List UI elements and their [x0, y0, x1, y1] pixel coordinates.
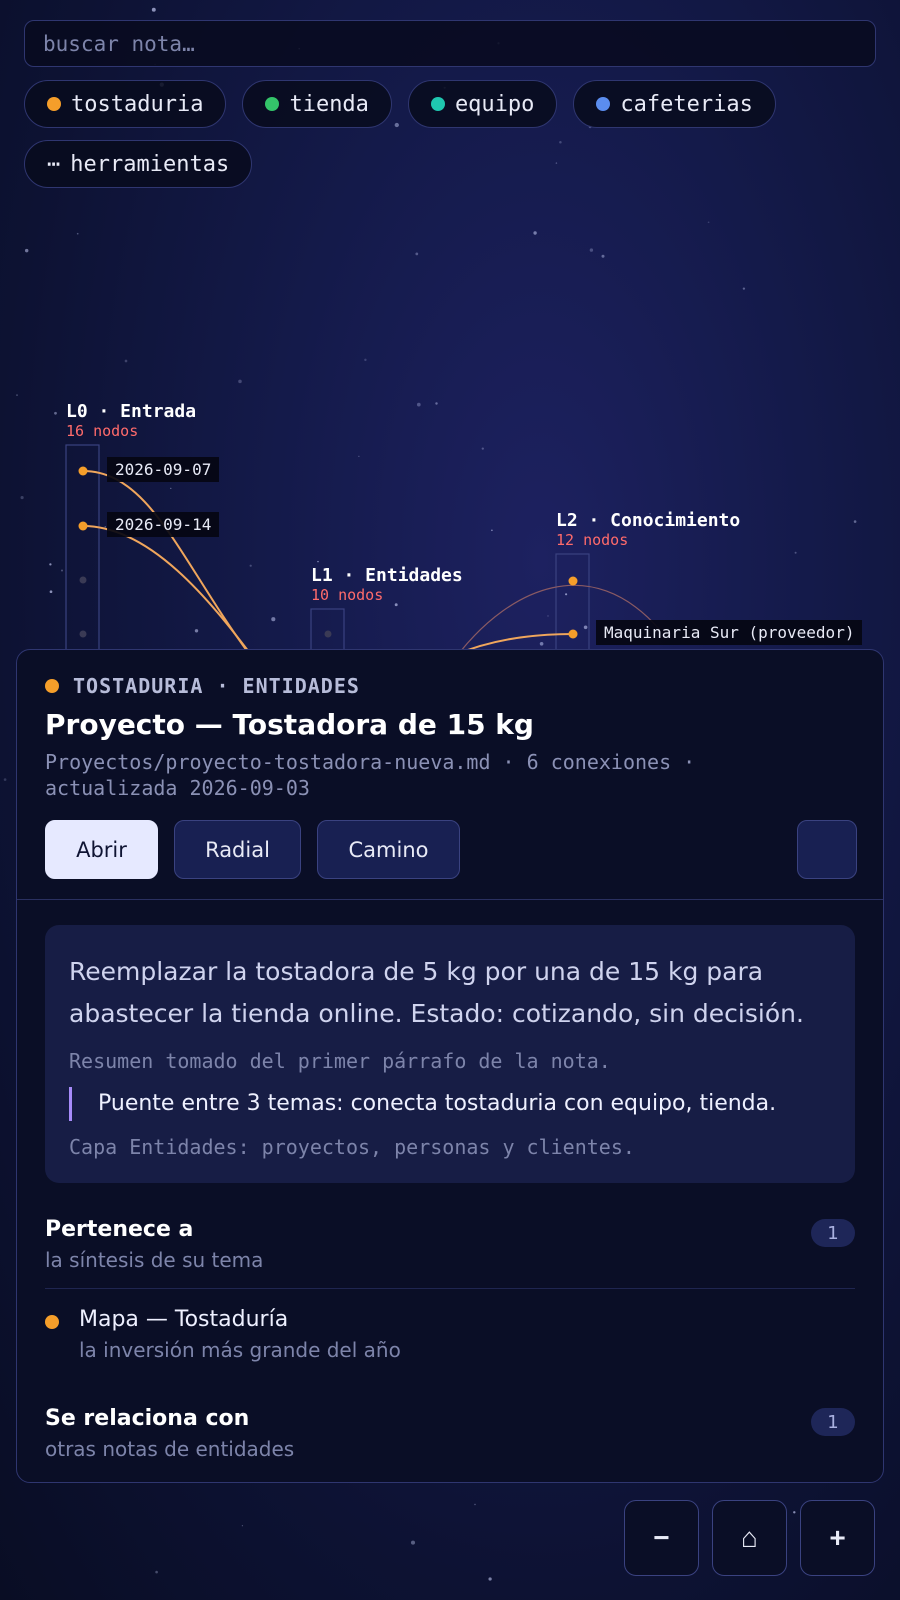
star: [488, 1577, 492, 1581]
radial-button[interactable]: Radial: [174, 820, 301, 879]
graph-edge: [82, 525, 256, 661]
graph-node[interactable]: [78, 521, 88, 531]
graph-node[interactable]: [568, 576, 578, 586]
node-meta: Proyectos/proyecto-tostadora-nueva.md · …: [45, 750, 696, 800]
summary-note: Resumen tomado del primer párrafo de la …: [69, 1049, 611, 1073]
section-subtitle: otras notas de entidades: [45, 1437, 295, 1461]
layer-count-l0: 16 nodos: [66, 422, 139, 440]
node-title: Proyecto — Tostadora de 15 kg: [45, 708, 534, 741]
count-badge: 1: [811, 1408, 855, 1436]
topic-filter-bar: tostaduria tienda equipo cafeterias ⋯ he…: [24, 80, 876, 188]
graph-node[interactable]: [78, 466, 88, 476]
topic-chip-label: tienda: [289, 91, 369, 117]
star: [410, 1540, 416, 1545]
layer-title-l2: L2 · Conocimiento: [556, 510, 741, 531]
node-detail-panel: TOSTADURIA · ENTIDADES Proyecto — Tostad…: [16, 649, 884, 1483]
ellipsis-icon: ⋯: [47, 151, 61, 177]
graph-node-dim[interactable]: [79, 630, 87, 638]
search-input[interactable]: [24, 20, 876, 67]
section-related: Se relaciona con otras notas de entidade…: [45, 1406, 855, 1461]
star: [241, 1525, 244, 1527]
node-label[interactable]: Maquinaria Sur (proveedor): [596, 620, 863, 645]
topic-color-dot: [430, 97, 445, 111]
panel-kicker: TOSTADURIA · ENTIDADES: [45, 674, 855, 698]
panel-actions: Abrir Radial Camino: [45, 820, 857, 879]
star: [155, 1570, 158, 1574]
section-title: Pertenece a: [45, 1217, 194, 1242]
topic-layer-label: TOSTADURIA · ENTIDADES: [73, 674, 360, 698]
topic-chip-cafeterias[interactable]: cafeterias: [573, 80, 776, 128]
section-title: Se relaciona con: [45, 1406, 250, 1431]
topic-chip-tienda[interactable]: tienda: [242, 80, 392, 128]
section-belongs: Pertenece a la síntesis de su tema 1: [45, 1217, 855, 1289]
node-label[interactable]: 2026-09-14: [107, 512, 220, 537]
topic-color-dot: [596, 97, 611, 111]
topic-chip-label: cafeterias: [620, 91, 753, 117]
summary-card: Reemplazar la tostadora de 5 kg por una …: [45, 925, 855, 1183]
tools-chip-label: herramientas: [70, 151, 230, 177]
relation-list: Mapa — Tostaduría la inversión más grand…: [45, 1289, 855, 1362]
layer-title-l0: L0 · Entrada: [66, 401, 197, 422]
relation-item[interactable]: Mapa — Tostaduría la inversión más grand…: [45, 1289, 855, 1362]
panel-toggle-button[interactable]: [797, 820, 857, 879]
count-badge: 1: [811, 1219, 855, 1247]
path-button[interactable]: Camino: [317, 820, 460, 879]
topic-color-dot: [47, 97, 61, 111]
layer-count-l1: 10 nodos: [311, 586, 384, 604]
home-button[interactable]: ⌂: [712, 1500, 787, 1576]
relation-subtitle: la inversión más grande del año: [79, 1338, 401, 1362]
layer-title-l1: L1 · Entidades: [311, 565, 463, 586]
layer-count-l2: 12 nodos: [556, 531, 629, 549]
graph-node-dim[interactable]: [79, 576, 87, 584]
layer-note: Capa Entidades: proyectos, personas y cl…: [69, 1135, 635, 1159]
topic-chip-tostaduria[interactable]: tostaduria: [24, 80, 227, 128]
topic-chip-equipo[interactable]: equipo: [407, 80, 558, 128]
zoom-in-button[interactable]: +: [800, 1500, 875, 1576]
zoom-out-button[interactable]: −: [624, 1500, 699, 1576]
topic-chip-label: equipo: [454, 91, 535, 117]
star: [474, 1503, 476, 1506]
relation-title: Mapa — Tostaduría: [79, 1307, 289, 1332]
graph-node-dim[interactable]: [324, 630, 332, 638]
bridge-note: Puente entre 3 temas: conecta tostaduria…: [69, 1087, 831, 1121]
star: [3, 778, 7, 781]
node-label[interactable]: 2026-09-07: [107, 457, 220, 482]
open-button[interactable]: Abrir: [45, 820, 158, 879]
topic-color-dot: [45, 679, 59, 693]
graph-node[interactable]: [568, 629, 578, 639]
summary-text: Reemplazar la tostadora de 5 kg por una …: [69, 957, 804, 1028]
topic-chip-label: tostaduria: [71, 91, 204, 117]
topic-color-dot: [45, 1315, 59, 1329]
topic-color-dot: [265, 97, 280, 111]
panel-header: TOSTADURIA · ENTIDADES Proyecto — Tostad…: [17, 650, 883, 900]
star: [793, 1511, 796, 1514]
graph-edge: [82, 470, 251, 656]
section-subtitle: la síntesis de su tema: [45, 1248, 264, 1272]
tools-chip[interactable]: ⋯ herramientas: [24, 140, 253, 188]
